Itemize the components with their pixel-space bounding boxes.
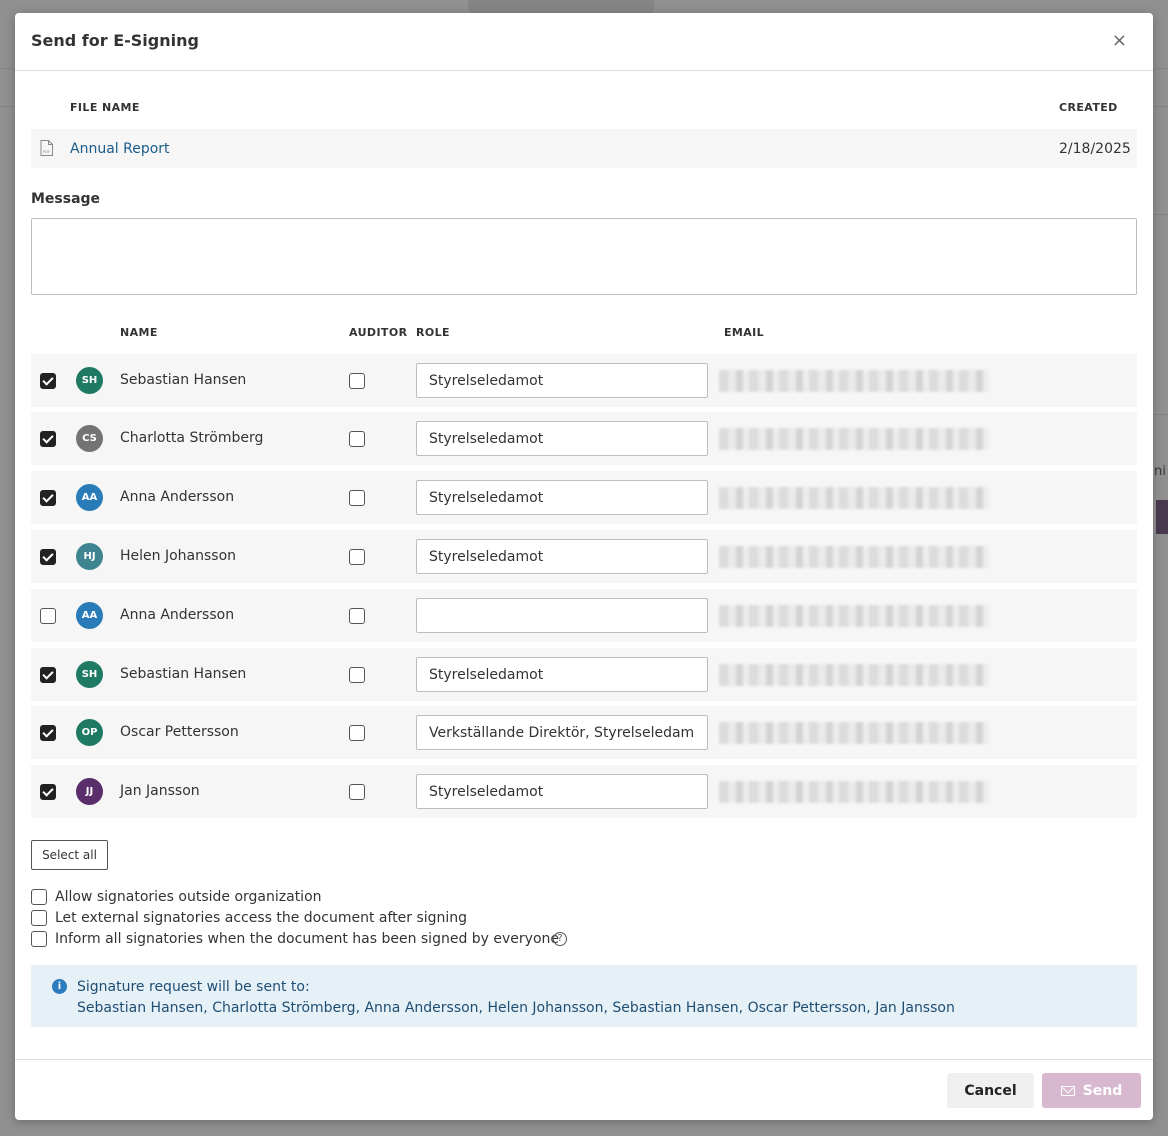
email-header: EMAIL <box>724 326 765 339</box>
signer-select-checkbox[interactable] <box>40 549 56 565</box>
signer-row: SH Sebastian Hansen <box>31 354 1137 407</box>
signer-row: OP Oscar Pettersson <box>31 706 1137 759</box>
option-label: Allow signatories outside organization <box>55 889 322 905</box>
file-created-date: 2/18/2025 <box>1059 141 1131 157</box>
signer-name: Sebastian Hansen <box>120 372 247 388</box>
email-redacted <box>719 546 989 568</box>
auditor-checkbox[interactable] <box>349 490 365 506</box>
auditor-header: AUDITOR <box>349 326 408 339</box>
signer-select-checkbox[interactable] <box>40 667 56 683</box>
avatar: JJ <box>76 778 103 805</box>
role-input[interactable] <box>416 421 708 456</box>
send-label: Send <box>1082 1082 1123 1099</box>
email-redacted <box>719 781 989 803</box>
inform-all-checkbox[interactable] <box>31 931 47 947</box>
auditor-checkbox[interactable] <box>349 373 365 389</box>
mail-icon <box>1060 1085 1075 1096</box>
signer-select-checkbox[interactable] <box>40 725 56 741</box>
background-text-fragment: ni <box>1154 464 1166 479</box>
role-input[interactable] <box>416 774 708 809</box>
role-input[interactable] <box>416 598 708 633</box>
role-input[interactable] <box>416 657 708 692</box>
auditor-checkbox[interactable] <box>349 431 365 447</box>
avatar: SH <box>76 367 103 394</box>
pdf-file-icon: PDF <box>40 140 53 156</box>
created-header: CREATED <box>1059 101 1118 114</box>
avatar: AA <box>76 484 103 511</box>
select-all-button[interactable]: Select all <box>31 840 108 870</box>
dialog-header: Send for E-Signing × <box>15 13 1153 71</box>
option-label: Inform all signatories when the document… <box>55 931 560 947</box>
role-input[interactable] <box>416 363 708 398</box>
signer-name: Charlotta Strömberg <box>120 430 264 446</box>
signer-row: HJ Helen Johansson <box>31 530 1137 583</box>
avatar: CS <box>76 425 103 452</box>
close-icon[interactable]: × <box>1112 31 1127 51</box>
signer-row: CS Charlotta Strömberg <box>31 412 1137 465</box>
name-header: NAME <box>120 326 158 339</box>
background-button-fragment <box>1156 500 1168 534</box>
info-title: Signature request will be sent to: <box>77 979 310 995</box>
recipients-info-box: i Signature request will be sent to: Seb… <box>31 965 1137 1027</box>
allow-outside-checkbox[interactable] <box>31 889 47 905</box>
avatar: SH <box>76 661 103 688</box>
signer-select-checkbox[interactable] <box>40 784 56 800</box>
role-input[interactable] <box>416 539 708 574</box>
auditor-checkbox[interactable] <box>349 667 365 683</box>
signer-row: AA Anna Andersson <box>31 471 1137 524</box>
option-inform-all[interactable]: Inform all signatories when the document… <box>31 929 591 949</box>
cancel-button[interactable]: Cancel <box>947 1073 1034 1108</box>
dialog-title: Send for E-Signing <box>31 31 199 50</box>
signer-name: Jan Jansson <box>120 783 200 799</box>
option-label: Let external signatories access the docu… <box>55 910 468 926</box>
file-table-header: FILE NAME CREATED <box>15 101 1153 117</box>
file-name-header: FILE NAME <box>70 101 140 114</box>
avatar: AA <box>76 602 103 629</box>
signer-name: Anna Andersson <box>120 607 235 623</box>
auditor-checkbox[interactable] <box>349 784 365 800</box>
signer-select-checkbox[interactable] <box>40 431 56 447</box>
signer-name: Anna Andersson <box>120 489 235 505</box>
avatar: OP <box>76 719 103 746</box>
email-redacted <box>719 605 989 627</box>
email-redacted <box>719 487 989 509</box>
signer-name: Sebastian Hansen <box>120 666 247 682</box>
signer-select-checkbox[interactable] <box>40 373 56 389</box>
dialog-footer: Cancel Send <box>15 1059 1153 1120</box>
auditor-checkbox[interactable] <box>349 608 365 624</box>
role-input[interactable] <box>416 715 708 750</box>
signer-name: Oscar Pettersson <box>120 724 239 740</box>
help-icon[interactable]: ? <box>553 932 567 946</box>
role-header: ROLE <box>416 326 450 339</box>
svg-text:PDF: PDF <box>43 150 50 154</box>
send-button[interactable]: Send <box>1042 1073 1141 1108</box>
signer-name: Helen Johansson <box>120 548 237 564</box>
email-redacted <box>719 428 989 450</box>
avatar: HJ <box>76 543 103 570</box>
email-redacted <box>719 370 989 392</box>
email-redacted <box>719 664 989 686</box>
signer-row: SH Sebastian Hansen <box>31 648 1137 701</box>
recipient-names: Sebastian Hansen, Charlotta Strömberg, A… <box>77 1000 955 1016</box>
email-redacted <box>719 722 989 744</box>
signer-row: AA Anna Andersson <box>31 589 1137 642</box>
auditor-checkbox[interactable] <box>349 549 365 565</box>
role-input[interactable] <box>416 480 708 515</box>
background-tab <box>468 0 654 14</box>
external-access-checkbox[interactable] <box>31 910 47 926</box>
message-label: Message <box>31 191 101 207</box>
signer-row: JJ Jan Jansson <box>31 765 1137 818</box>
file-name-link[interactable]: Annual Report <box>70 141 170 157</box>
message-input[interactable] <box>31 218 1137 295</box>
file-row: PDF Annual Report 2/18/2025 <box>31 129 1137 168</box>
signer-select-checkbox[interactable] <box>40 490 56 506</box>
signer-select-checkbox[interactable] <box>40 608 56 624</box>
auditor-checkbox[interactable] <box>349 725 365 741</box>
esign-dialog: Send for E-Signing × FILE NAME CREATED P… <box>15 13 1153 1120</box>
info-icon: i <box>52 979 67 994</box>
